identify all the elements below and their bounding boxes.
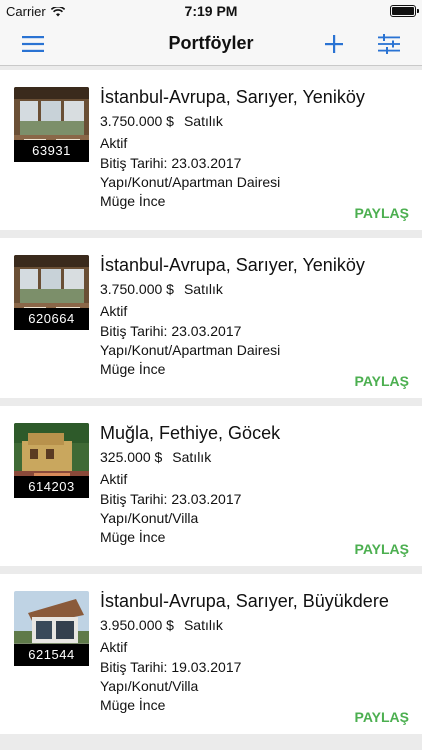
listing-category: Yapı/Konut/Apartman Dairesi <box>100 174 281 190</box>
listing-price-row: 3.750.000 $ Satılık <box>100 281 223 297</box>
listing-category: Yapı/Konut/Apartman Dairesi <box>100 342 281 358</box>
listing-id: 620664 <box>14 308 89 330</box>
share-button[interactable]: PAYLAŞ <box>355 205 409 221</box>
listing-status: Aktif <box>100 303 128 319</box>
listing-id: 614203 <box>14 476 89 498</box>
listing-end-date: Bitiş Tarihi: 23.03.2017 <box>100 155 242 171</box>
listing-end-date: Bitiş Tarihi: 23.03.2017 <box>100 491 242 507</box>
listing-location: İstanbul-Avrupa, Sarıyer, Yeniköy <box>100 255 365 275</box>
listing-category: Yapı/Konut/Villa <box>100 510 199 526</box>
listing-price: 3.750.000 $ <box>100 113 174 129</box>
listing-price-row: 3.750.000 $ Satılık <box>100 113 223 129</box>
status-time: 7:19 PM <box>184 3 238 19</box>
listing-card[interactable]: 63931 İstanbul-Avrupa, Sarıyer, Yeniköy … <box>0 70 422 230</box>
listing-type: Satılık <box>183 281 223 297</box>
listing-price-row: 325.000 $ Satılık <box>100 449 211 465</box>
listing-end-date: Bitiş Tarihi: 19.03.2017 <box>100 659 242 675</box>
share-button[interactable]: PAYLAŞ <box>355 541 409 557</box>
listing-card[interactable]: 621544 İstanbul-Avrupa, Sarıyer, Büyükde… <box>0 574 422 734</box>
listing-type: Satılık <box>172 449 212 465</box>
listing-type: Satılık <box>183 113 223 129</box>
listing-location: İstanbul-Avrupa, Sarıyer, Büyükdere <box>100 591 389 611</box>
listing-type: Satılık <box>183 617 223 633</box>
sliders-icon <box>378 34 400 54</box>
page-title: Portföyler <box>168 33 254 53</box>
listing-id: 621544 <box>14 644 89 666</box>
listing-agent: Müge İnce <box>100 361 166 377</box>
filter-button[interactable] <box>375 30 403 58</box>
listing-price-row: 3.950.000 $ Satılık <box>100 617 223 633</box>
listing-price: 325.000 $ <box>100 449 163 465</box>
listing-card[interactable]: 620664 İstanbul-Avrupa, Sarıyer, Yeniköy… <box>0 238 422 398</box>
battery-icon <box>390 5 419 17</box>
listing-location: İstanbul-Avrupa, Sarıyer, Yeniköy <box>100 87 365 107</box>
listing-location: Muğla, Fethiye, Göcek <box>100 423 281 443</box>
listing-agent: Müge İnce <box>100 193 166 209</box>
listing-status: Aktif <box>100 639 128 655</box>
share-button[interactable]: PAYLAŞ <box>355 373 409 389</box>
listing-card[interactable]: 614203 Muğla, Fethiye, Göcek 325.000 $ Sa… <box>0 406 422 566</box>
listing-end-date: Bitiş Tarihi: 23.03.2017 <box>100 323 242 339</box>
status-bar: Carrier 7:19 PM <box>0 0 422 22</box>
listing-status: Aktif <box>100 471 128 487</box>
listing-agent: Müge İnce <box>100 697 166 713</box>
listing-status: Aktif <box>100 135 128 151</box>
share-button[interactable]: PAYLAŞ <box>355 709 409 725</box>
listing-id: 63931 <box>14 140 89 162</box>
listing-price: 3.950.000 $ <box>100 617 174 633</box>
navigation-bar: Portföyler <box>0 22 422 66</box>
listing-price: 3.750.000 $ <box>100 281 174 297</box>
listing-agent: Müge İnce <box>100 529 166 545</box>
listing-category: Yapı/Konut/Villa <box>100 678 199 694</box>
add-listing-button[interactable] <box>320 30 348 58</box>
plus-icon <box>325 35 343 53</box>
